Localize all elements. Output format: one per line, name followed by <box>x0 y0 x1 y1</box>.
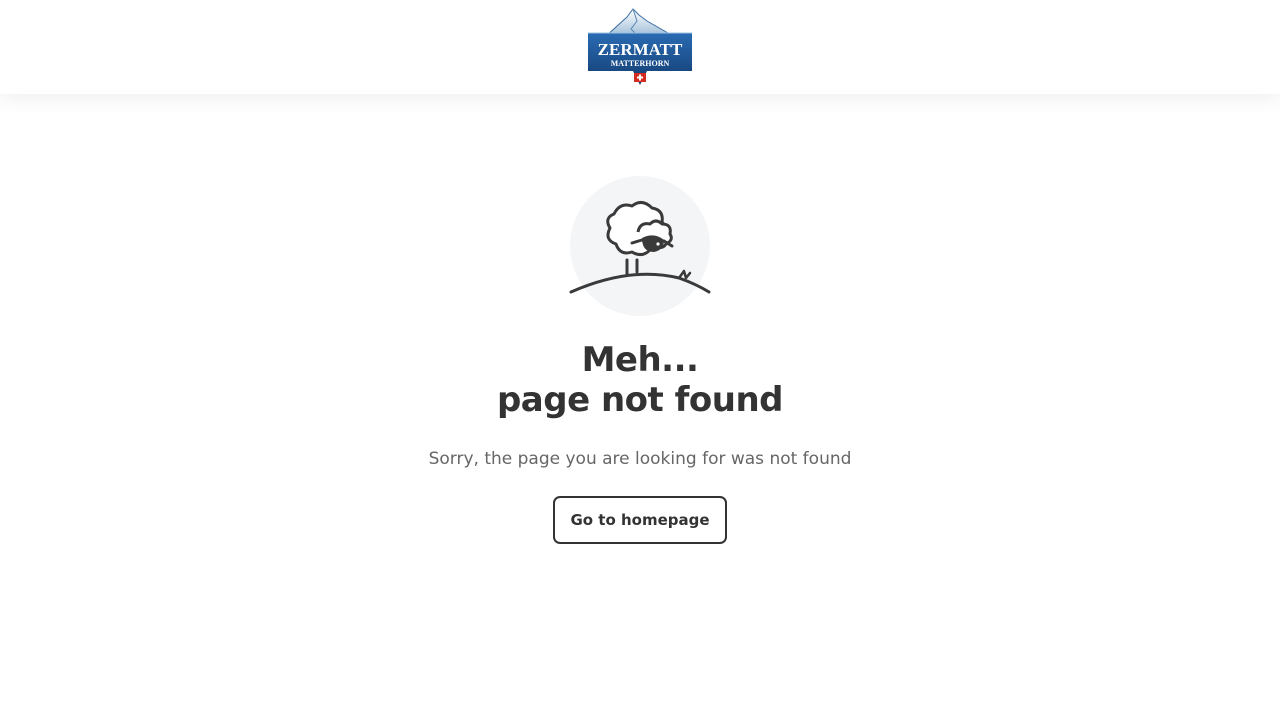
matterhorn-logo-icon: ZERMATT MATTERHORN <box>588 8 692 85</box>
zermatt-logo-link[interactable]: ZERMATT MATTERHORN <box>587 7 693 87</box>
error-message: Sorry, the page you are looking for was … <box>428 449 852 469</box>
logo-title-text: ZERMATT <box>598 40 683 59</box>
page-title: Meh... page not found <box>0 340 1280 420</box>
page-title-line1: Meh... <box>581 340 699 380</box>
sheep-on-hill-illustration <box>568 174 712 318</box>
logo-subtitle-text: MATTERHORN <box>611 59 670 68</box>
sheep-on-hill-icon <box>569 176 711 316</box>
page-title-line2: page not found <box>496 380 784 420</box>
not-found-content: Meh... page not found Sorry, the page yo… <box>0 94 1280 720</box>
go-to-homepage-button[interactable]: Go to homepage <box>553 496 727 544</box>
site-header: ZERMATT MATTERHORN <box>0 0 1280 94</box>
